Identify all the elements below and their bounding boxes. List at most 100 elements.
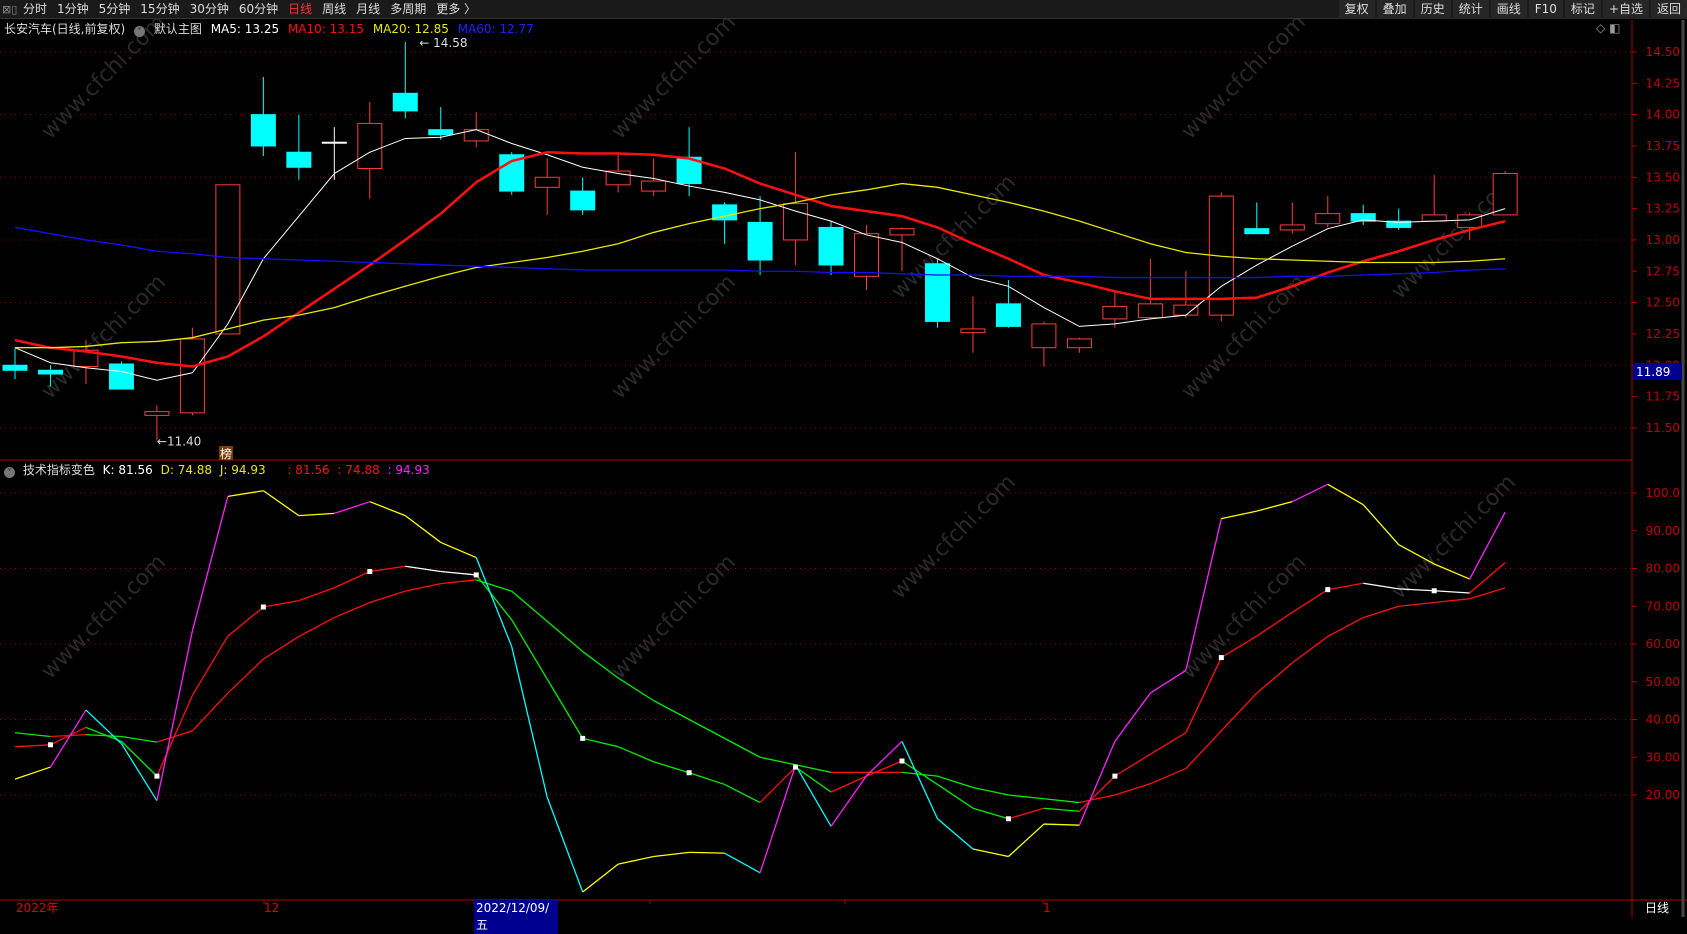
toolbar-button[interactable]: 统计 [1452, 0, 1489, 19]
toolbar-button[interactable]: 叠加 [1376, 0, 1413, 19]
period-label[interactable]: 日线 [1645, 900, 1669, 917]
j-line-segment [334, 501, 371, 515]
k-line-segment [617, 746, 654, 763]
j-line-segment [1150, 669, 1187, 694]
watermark: www.cfchi.com [607, 550, 741, 684]
toolbar-button[interactable]: 历史 [1414, 0, 1451, 19]
panel-toggle-icon[interactable]: ◧ [1609, 21, 1620, 35]
sidebar-toggle-icon[interactable]: ⊠▯ [0, 3, 18, 16]
toolbar-button[interactable]: 标记 [1564, 0, 1601, 19]
candle-body [995, 303, 1021, 327]
k-line-segment [866, 760, 903, 777]
toolbar-button[interactable]: 画线 [1490, 0, 1527, 19]
price-tick-label: 12.25 [1646, 327, 1680, 341]
j-line-segment [582, 863, 619, 893]
price-tick-label: 13.25 [1646, 202, 1680, 216]
chevron-down-icon[interactable]: ˅ [4, 467, 15, 478]
watermark: www.cfchi.com [37, 550, 171, 684]
toolbar-button[interactable]: F10 [1528, 0, 1563, 19]
candle [818, 221, 844, 276]
indicator-tick-label: 100.0 [1646, 486, 1680, 500]
j-line-segment [156, 630, 194, 801]
candle-body [250, 114, 276, 147]
candle-body [534, 176, 560, 188]
candle [960, 296, 986, 353]
k-line-segment [1291, 589, 1329, 613]
candle [357, 102, 383, 199]
candle-body [924, 263, 950, 322]
tab-period[interactable]: 15分钟 [135, 2, 184, 16]
diamond-icon[interactable]: ◇ [1596, 21, 1605, 35]
candle [2, 347, 28, 380]
watermark: www.cfchi.com [1177, 10, 1311, 144]
candle-body [357, 122, 383, 170]
d-line-segment [937, 775, 974, 789]
k-marker [1431, 588, 1437, 594]
candle [428, 107, 454, 140]
candle-body [179, 338, 205, 414]
d-line-segment [1150, 767, 1187, 785]
d-line-segment [1008, 794, 1044, 800]
k-line-segment [440, 570, 477, 576]
tab-period[interactable]: 更多 〉 [431, 2, 481, 16]
low-price-label: ←11.40 [157, 434, 201, 448]
tab-period[interactable]: 30分钟 [185, 2, 234, 16]
indicator-name[interactable]: 技术指标变色 [23, 463, 95, 477]
tab-period[interactable]: 5分钟 [94, 2, 136, 16]
toolbar-button[interactable]: +自选 [1602, 0, 1649, 19]
candle-body [570, 190, 596, 211]
chevron-down-icon[interactable]: ˅ [134, 26, 146, 37]
price-tick-label: 13.75 [1646, 139, 1680, 153]
value-1: : 81.56 [287, 463, 330, 477]
value-2: : 74.88 [337, 463, 380, 477]
toolbar-button[interactable]: 返回 [1650, 0, 1687, 19]
j-line-segment [262, 490, 300, 517]
tab-period[interactable]: 周线 [317, 2, 351, 16]
watermark: www.cfchi.com [1387, 470, 1521, 604]
j-line-segment [1327, 483, 1364, 506]
d-line-segment [405, 582, 441, 592]
j-line-segment [191, 496, 229, 631]
tab-period[interactable]: 多周期 [385, 2, 431, 16]
candle [1421, 174, 1447, 222]
tab-period[interactable]: 60分钟 [234, 2, 283, 16]
indicator-tick-label: 30.00 [1646, 750, 1680, 764]
candle [1066, 337, 1092, 353]
d-line-segment [653, 700, 690, 721]
candle-body [1421, 214, 1447, 222]
k-line-segment [1043, 807, 1080, 812]
stock-title: 长安汽车(日线,前复权) [4, 22, 126, 36]
candle-body [215, 184, 241, 335]
watermark: www.cfchi.com [37, 270, 171, 404]
candle [995, 280, 1021, 328]
template-selector[interactable]: 默认主图 [154, 22, 202, 36]
price-tick-label: 13.50 [1646, 170, 1680, 184]
j-line-segment [475, 557, 513, 647]
candle [747, 196, 773, 276]
d-line-segment [227, 658, 264, 694]
tab-period[interactable]: 分时 [18, 2, 52, 16]
chart-canvas[interactable]: www.cfchi.com www.cfchi.com www.cfchi.com w… [0, 0, 1687, 917]
candle [534, 158, 560, 215]
k-marker [47, 742, 53, 748]
candle [1031, 321, 1057, 367]
toolbar-button[interactable]: 复权 [1338, 0, 1375, 19]
j-line-segment [830, 775, 868, 827]
candle [570, 177, 596, 215]
tab-period[interactable]: 1分钟 [52, 2, 94, 16]
watermark: www.cfchi.com [887, 470, 1021, 604]
d-line-segment [724, 737, 761, 758]
tab-period[interactable]: 月线 [351, 2, 385, 16]
j-line-segment [1291, 483, 1329, 503]
k-line-segment [14, 744, 51, 748]
k-line-segment [298, 587, 335, 602]
high-price-label: ← 14.58 [419, 36, 467, 50]
d-line-segment [1434, 598, 1470, 604]
time-axis: 2022年 12 2022/12/09/五 1 日线 [0, 900, 1687, 934]
price-tick-label: 14.25 [1646, 76, 1680, 90]
k-line-segment [1114, 753, 1151, 777]
tab-period[interactable]: 日线 [283, 2, 317, 16]
candle-body [1173, 304, 1199, 316]
candle [1386, 208, 1412, 230]
d-line-segment [440, 579, 477, 585]
